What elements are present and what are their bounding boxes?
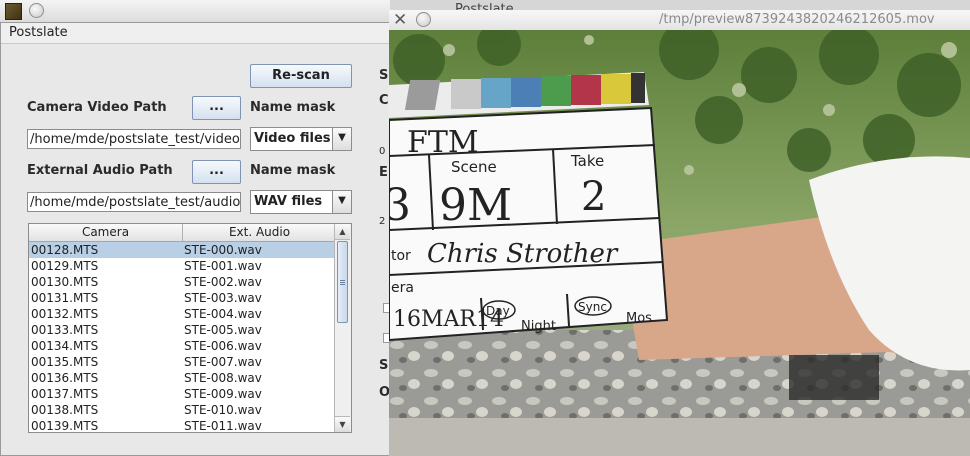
table-row[interactable]: 00131.MTS STE-003.wav [29, 290, 336, 306]
preview-title: /tmp/preview8739243820246212605.mov [659, 12, 935, 27]
minimize-button[interactable] [416, 12, 431, 27]
table-row[interactable]: 00139.MTS STE-011.wav [29, 418, 336, 433]
clap-day-label: Day [486, 304, 510, 318]
main-panel: Postslate Re-scan Camera Video Path ... … [0, 22, 393, 456]
table-row[interactable]: 00129.MTS STE-001.wav [29, 258, 336, 274]
postslate-window: Postslate Re-scan Camera Video Path ... … [0, 0, 393, 456]
scroll-down-icon[interactable]: ▼ [335, 416, 350, 432]
table-row[interactable]: 00138.MTS STE-010.wav [29, 402, 336, 418]
camera-cell: 00129.MTS [31, 259, 99, 273]
external-audio-path-label: External Audio Path [27, 163, 173, 178]
column-header-ext-audio[interactable]: Ext. Audio [183, 225, 336, 239]
chevron-down-icon[interactable]: ▼ [332, 128, 351, 150]
table-row[interactable]: 00132.MTS STE-004.wav [29, 306, 336, 322]
clap-director-name: Chris Strother [427, 239, 619, 269]
partial-label-s2: S [379, 358, 389, 373]
table-row[interactable]: 00130.MTS STE-002.wav [29, 274, 336, 290]
clap-sync-label: Sync [578, 300, 607, 314]
table-header: Camera Ext. Audio [29, 224, 336, 242]
video-frame: FTM Scene Take 3 9M 2 tor Chris Strother… [389, 30, 970, 456]
audio-cell: STE-009.wav [184, 387, 262, 401]
camera-cell: 00134.MTS [31, 339, 99, 353]
partial-label-e: E [379, 165, 388, 180]
audio-mask-value: WAV files [254, 194, 323, 209]
video-mask-value: Video files [254, 131, 331, 146]
camera-browse-button[interactable]: ... [192, 96, 241, 120]
clap-take-label: Take [570, 152, 604, 170]
partial-label-2: 2 [379, 216, 386, 227]
table-row[interactable]: 00136.MTS STE-008.wav [29, 370, 336, 386]
audio-cell: STE-011.wav [184, 419, 262, 433]
scroll-up-icon[interactable]: ▲ [335, 224, 350, 240]
main-titlebar[interactable] [0, 0, 390, 23]
audio-cell: STE-004.wav [184, 307, 262, 321]
partial-label-0: 0 [379, 146, 386, 157]
clap-mos-label: Mos [626, 311, 652, 326]
audio-name-mask-label: Name mask [250, 163, 336, 178]
clap-night-label: Night [521, 319, 556, 334]
audio-browse-button[interactable]: ... [192, 160, 241, 184]
camera-cell: 00137.MTS [31, 387, 99, 401]
table-row[interactable]: 00134.MTS STE-006.wav [29, 338, 336, 354]
table-scrollbar[interactable]: ▲ ▼ [334, 224, 351, 432]
camera-cell: 00130.MTS [31, 275, 99, 289]
camera-video-path-field[interactable]: /home/mde/postslate_test/video [27, 129, 241, 149]
grip-icon [340, 280, 345, 286]
camera-cell: 00132.MTS [31, 307, 99, 321]
menubar: Postslate [1, 23, 389, 44]
audio-cell: STE-008.wav [184, 371, 262, 385]
clap-camera-label: era [391, 280, 414, 296]
clap-production: FTM [407, 125, 479, 160]
audio-cell: STE-001.wav [184, 259, 262, 273]
external-audio-path-field[interactable]: /home/mde/postslate_test/audio [27, 192, 241, 212]
table-row[interactable]: 00137.MTS STE-009.wav [29, 386, 336, 402]
table-rows: 00128.MTS STE-000.wav 00129.MTS STE-001.wa… [29, 242, 336, 433]
camera-cell: 00128.MTS [31, 243, 99, 257]
clap-scene-label: Scene [451, 158, 497, 176]
table-row[interactable]: 00128.MTS STE-000.wav [29, 242, 336, 258]
audio-cell: STE-006.wav [184, 339, 262, 353]
audio-cell: STE-003.wav [184, 291, 262, 305]
close-icon[interactable]: ✕ [393, 10, 407, 30]
video-mask-select[interactable]: Video files ▼ [250, 127, 352, 151]
table-row[interactable]: 00133.MTS STE-005.wav [29, 322, 336, 338]
table-row[interactable]: 00135.MTS STE-007.wav [29, 354, 336, 370]
preview-titlebar[interactable]: ✕ /tmp/preview8739243820246212605.mov [389, 10, 970, 31]
chevron-down-icon[interactable]: ▼ [332, 191, 351, 213]
camera-cell: 00133.MTS [31, 323, 99, 337]
camera-cell: 00131.MTS [31, 291, 99, 305]
audio-cell: STE-000.wav [184, 243, 262, 257]
column-header-camera[interactable]: Camera [29, 225, 182, 239]
menu-postslate[interactable]: Postslate [9, 25, 68, 40]
clap-take-value: 2 [581, 174, 606, 220]
audio-cell: STE-002.wav [184, 275, 262, 289]
partial-label-c: C [379, 93, 389, 108]
preview-window: ✕ /tmp/preview8739243820246212605.mov FT… [389, 10, 970, 456]
file-table: Camera Ext. Audio 00128.MTS STE-000.wav 0… [28, 223, 352, 433]
minimize-button[interactable] [29, 3, 44, 18]
clap-roll-value: 3 [389, 180, 411, 231]
audio-cell: STE-010.wav [184, 403, 262, 417]
camera-cell: 00136.MTS [31, 371, 99, 385]
audio-cell: STE-005.wav [184, 323, 262, 337]
camera-cell: 00139.MTS [31, 419, 99, 433]
audio-cell: STE-007.wav [184, 355, 262, 369]
app-icon [5, 3, 22, 20]
camera-cell: 00138.MTS [31, 403, 99, 417]
partial-label-s1: S [379, 68, 389, 83]
clap-scene-value: 9M [439, 180, 512, 231]
camera-name-mask-label: Name mask [250, 100, 336, 115]
camera-video-path-label: Camera Video Path [27, 100, 167, 115]
audio-mask-select[interactable]: WAV files ▼ [250, 190, 352, 214]
scrollbar-thumb[interactable] [337, 241, 348, 323]
rescan-button[interactable]: Re-scan [250, 64, 352, 88]
camera-cell: 00135.MTS [31, 355, 99, 369]
clap-director-label: tor [391, 248, 411, 264]
